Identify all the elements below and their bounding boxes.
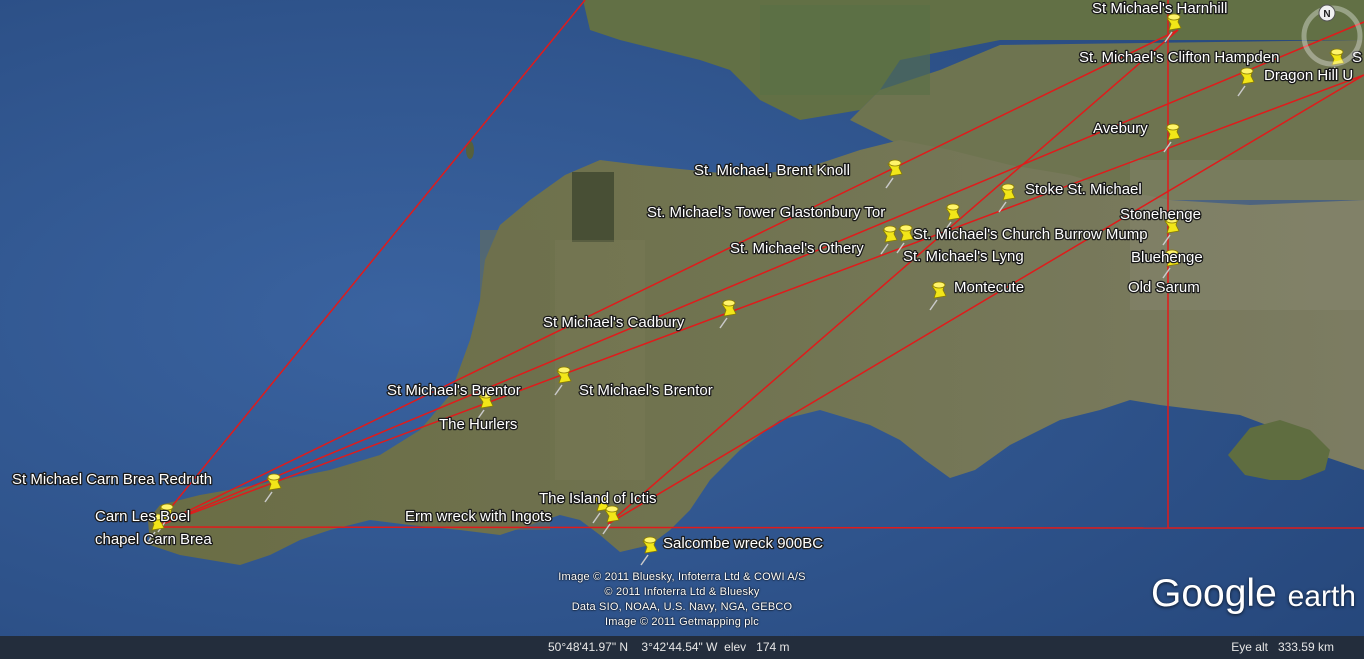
placemark-label-brentor-2[interactable]: St Michael's Brentor	[578, 381, 714, 401]
placemark-label-harnhill[interactable]: St Michael's Harnhill	[1091, 0, 1229, 18]
imagery-patch	[480, 230, 550, 530]
status-bar: 50°48'41.97" N 3°42'44.54" W elev 174 m …	[0, 636, 1364, 659]
imagery-patch	[760, 5, 930, 95]
satellite-map[interactable]: St Michael's Harnhill St. Michael's Clif…	[0, 0, 1364, 636]
placemark-label-brentor-1[interactable]: St Michael's Brentor	[386, 381, 522, 401]
placemark-label-hurlers[interactable]: The Hurlers	[438, 415, 519, 435]
compass-north-label: N	[1323, 9, 1330, 20]
placemark-label-old-sarum[interactable]: Old Sarum	[1127, 278, 1201, 298]
imagery-patch	[572, 172, 614, 242]
placemark-label-dragon-hill[interactable]: Dragon Hill U	[1263, 66, 1355, 86]
placemark-label-ictis[interactable]: The Island of Ictis	[538, 489, 658, 509]
eye-altitude: Eye alt 333.59 km	[1231, 640, 1334, 654]
logo-word-google: Google	[1151, 572, 1277, 615]
placemark-label-othery[interactable]: St. Michael's Othery	[729, 239, 866, 259]
placemark-label-chapel-carn-brea[interactable]: chapel Carn Brea	[94, 530, 214, 550]
placemark-label-cadbury[interactable]: St Michael's Cadbury	[542, 313, 686, 333]
credit-line: Image © 2011 Getmapping plc	[605, 616, 759, 628]
google-earth-logo: Google earth	[1151, 572, 1356, 616]
placemark-label-avebury[interactable]: Avebury	[1092, 119, 1150, 139]
placemark-label-clifton-hampden[interactable]: St. Michael's Clifton Hampden	[1078, 48, 1281, 68]
placemark-label-glastonbury[interactable]: St. Michael's Tower Glastonbury Tor	[646, 203, 887, 223]
placemark-label-brent-knoll[interactable]: St. Michael, Brent Knoll	[693, 161, 852, 181]
logo-word-earth: earth	[1287, 580, 1356, 613]
navigation-compass[interactable]: N	[1300, 4, 1364, 68]
placemark-label-stoke[interactable]: Stoke St. Michael	[1024, 180, 1143, 200]
placemark-label-carn-brea-redruth[interactable]: St Michael Carn Brea Redruth	[11, 470, 214, 490]
placemark-label-montecute[interactable]: Montecute	[953, 278, 1026, 298]
placemark-label-carn-les-boel[interactable]: Carn Les Boel	[94, 507, 192, 527]
map-viewport[interactable]: St Michael's Harnhill St. Michael's Clif…	[0, 0, 1364, 659]
placemark-label-bluehenge[interactable]: Bluehenge	[1130, 248, 1204, 268]
placemark-label-stonehenge[interactable]: Stonehenge	[1119, 205, 1203, 225]
placemark-label-burrow-mump[interactable]: St. Michael's Church Burrow Mump	[912, 225, 1149, 245]
pointer-coordinates: 50°48'41.97" N 3°42'44.54" W elev 174 m	[548, 640, 790, 654]
placemark-label-erm-wreck[interactable]: Erm wreck with Ingots	[404, 507, 553, 527]
placemark-label-lyng[interactable]: St. Michael's Lyng	[902, 247, 1025, 267]
placemark-label-salcombe[interactable]: Salcombe wreck 900BC	[662, 534, 825, 554]
